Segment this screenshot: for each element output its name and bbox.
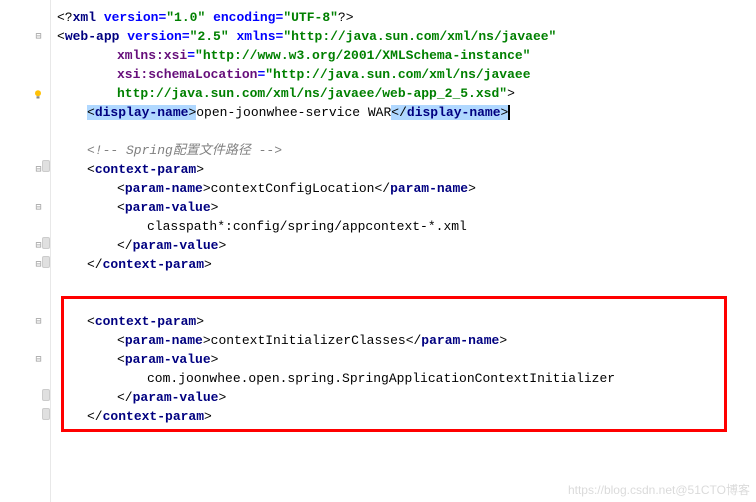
code-line: xmlns:xsi="http://www.w3.org/2001/XMLSch… [57,46,756,65]
fold-icon[interactable]: ⊟ [33,354,44,365]
code-line: </param-value> [57,236,756,255]
code-line: <web-app version="2.5" xmlns="http://jav… [57,27,756,46]
code-line: <context-param> [57,312,756,331]
code-line: classpath*:config/spring/appcontext-*.xm… [57,217,756,236]
code-line: </context-param> [57,255,756,274]
code-line: <?xml version="1.0" encoding="UTF-8"?> [57,8,756,27]
code-line [57,293,756,312]
line-marker[interactable] [42,237,50,249]
fold-icon[interactable]: ⊟ [33,31,44,42]
fold-icon[interactable]: ⊟ [33,316,44,327]
line-marker[interactable] [42,256,50,268]
code-line: <param-name>contextInitializerClasses</p… [57,331,756,350]
fold-icon[interactable]: ⊟ [33,202,44,213]
code-line: xsi:schemaLocation="http://java.sun.com/… [57,65,756,84]
line-marker[interactable] [42,408,50,420]
code-editor: ⊟ ⊟ ⊟ ⊟ ⊟ ⊟ ⊟ [0,0,756,502]
code-line: http://java.sun.com/xml/ns/javaee/web-ap… [57,84,756,103]
gutter: ⊟ ⊟ ⊟ ⊟ ⊟ ⊟ ⊟ [0,0,51,502]
line-marker[interactable] [42,160,50,172]
code-line: <param-value> [57,350,756,369]
code-line: <!-- Spring配置文件路径 --> [57,141,756,160]
code-line: <param-value> [57,198,756,217]
lightbulb-icon[interactable] [32,88,44,100]
code-line: </context-param> [57,407,756,426]
code-line [57,274,756,293]
code-line: <context-param> [57,160,756,179]
watermark: https://blog.csdn.net@51CTO博客 [568,481,750,498]
code-line: </param-value> [57,388,756,407]
code-line: com.joonwhee.open.spring.SpringApplicati… [57,369,756,388]
code-line [57,122,756,141]
code-line: <display-name>open-joonwhee-service WAR<… [57,103,756,122]
code-line: <param-name>contextConfigLocation</param… [57,179,756,198]
line-marker[interactable] [42,389,50,401]
code-area[interactable]: <?xml version="1.0" encoding="UTF-8"?> <… [51,0,756,502]
